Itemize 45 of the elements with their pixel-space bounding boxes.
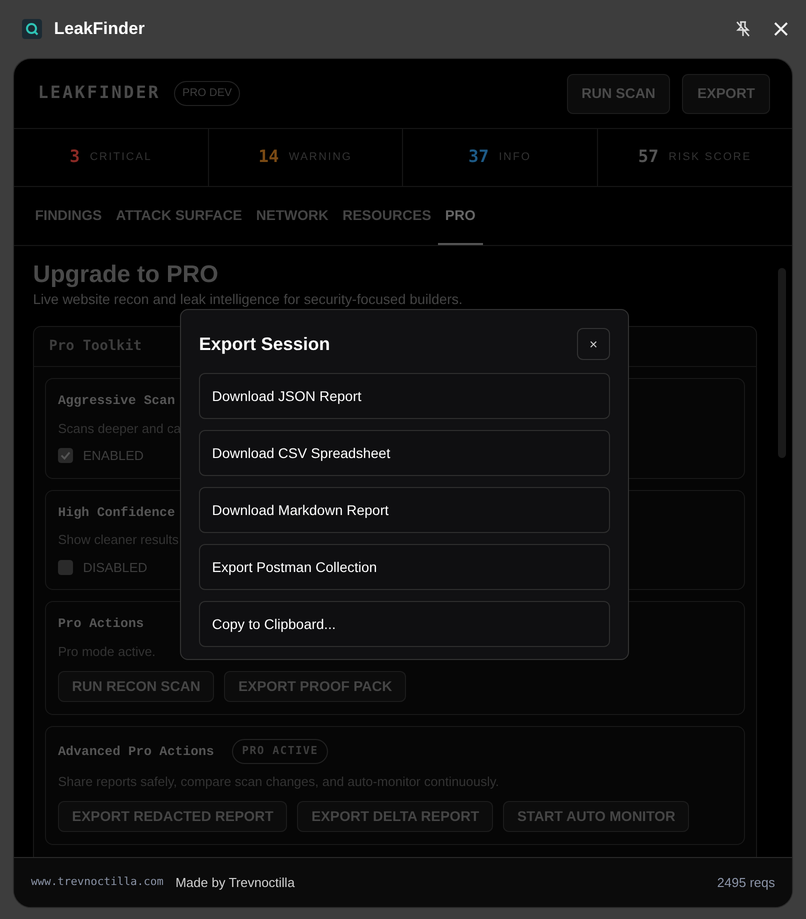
tab[interactable]: ATTACK SURFACE [108,187,250,245]
export-option[interactable]: Download JSON Report [199,373,610,419]
checkmark-icon [60,450,71,462]
stat-value: 14 [258,146,279,169]
close-icon[interactable] [774,22,788,36]
website-link[interactable]: www.trevnoctilla.com [31,874,164,891]
checkbox[interactable] [58,560,73,575]
brand-title: LEAKFINDER [38,82,160,105]
credit-text: Made by Trevnoctilla [175,874,295,892]
action-button[interactable]: START AUTO MONITOR [503,801,690,832]
stat-value: 37 [468,146,489,169]
export-option[interactable]: Download CSV Spreadsheet [199,430,610,476]
stat-value: 57 [638,146,659,169]
unpin-icon[interactable] [734,20,752,38]
page-title: Upgrade to PRO [33,260,220,290]
export-option[interactable]: Export Postman Collection [199,544,610,590]
dialog-title: Export Session [199,332,330,356]
header-button[interactable]: EXPORT [682,74,770,114]
action-button[interactable]: EXPORT REDACTED REPORT [58,801,288,832]
export-option[interactable]: Copy to Clipboard... [199,601,610,647]
tab[interactable]: NETWORK [249,187,336,245]
checkbox-label: ENABLED [83,447,144,465]
request-count: 2495 reqs [717,874,775,892]
action-button[interactable]: EXPORT PROOF PACK [224,671,406,702]
close-button[interactable]: × [577,328,610,360]
checkbox[interactable] [58,448,73,464]
status-badge: PRO ACTIVE [232,739,328,764]
tab[interactable]: RESOURCES [335,187,438,245]
tab[interactable]: PRO [438,187,483,245]
version-badge: PRO DEV [174,81,240,106]
section-title: Aggressive Scan [58,392,176,410]
window-title: LeakFinder [54,18,145,40]
section-title: High Confidence [58,504,176,522]
tab[interactable]: FINDINGS [28,187,109,245]
checkbox-label: DISABLED [83,558,148,576]
stat-value: 3 [70,146,80,169]
action-button[interactable]: RUN RECON SCAN [58,671,214,702]
action-button[interactable]: EXPORT DELTA REPORT [297,801,494,832]
scrollbar[interactable] [778,268,786,458]
section-title: Advanced Pro Actions [58,742,214,760]
page-subtitle: Live website recon and leak intelligence for security-focused builders. [33,290,464,308]
export-option[interactable]: Download Markdown Report [199,487,610,533]
app-logo-icon [22,19,42,39]
header-button[interactable]: RUN SCAN [566,74,670,114]
section-title: Pro Actions [58,615,144,633]
